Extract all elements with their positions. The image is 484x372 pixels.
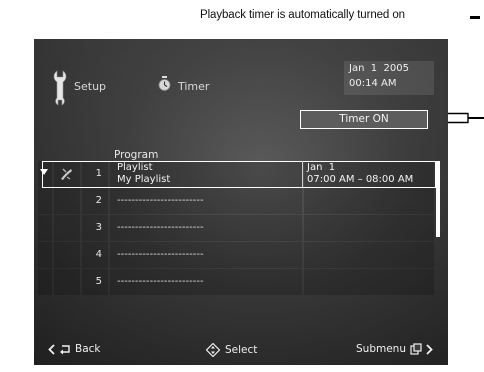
annotation-dash xyxy=(470,16,480,19)
empty-program-placeholder: ------------------------ xyxy=(117,195,204,206)
row-number: 3 xyxy=(95,222,102,233)
schedule-time: 07:00 AM – 08:00 AM xyxy=(307,174,414,185)
chevron-right-icon xyxy=(426,343,433,355)
submenu-label: Submenu xyxy=(356,343,406,355)
tv-screen: Setup Timer Jan 1 2005 00:14 AM Timer ON… xyxy=(34,39,448,365)
setup-label: Setup xyxy=(74,80,107,93)
program-subtitle: My Playlist xyxy=(117,174,171,185)
table-row[interactable]: 4 ------------------------ xyxy=(38,242,438,268)
row-number: 4 xyxy=(95,249,102,260)
select-dial-icon xyxy=(206,343,220,357)
annotation-text: Playback timer is automatically turned o… xyxy=(200,9,405,21)
program-column-header: Program xyxy=(114,149,159,161)
back-button[interactable]: Back xyxy=(48,343,101,355)
scrollbar[interactable] xyxy=(436,161,440,237)
current-date: Jan 1 2005 xyxy=(349,63,409,74)
select-button[interactable]: Select xyxy=(206,343,257,357)
date-time-panel: Jan 1 2005 00:14 AM xyxy=(344,61,434,95)
row-number: 2 xyxy=(95,195,102,206)
submenu-icon xyxy=(410,343,422,355)
table-row[interactable]: 2 ------------------------ xyxy=(38,188,438,214)
timer-label: Timer xyxy=(178,80,210,93)
schedule-date: Jan 1 xyxy=(307,162,336,173)
table-row[interactable]: 3 ------------------------ xyxy=(38,215,438,241)
submenu-button[interactable]: Submenu xyxy=(356,343,433,355)
empty-program-placeholder: ------------------------ xyxy=(117,249,204,260)
back-label: Back xyxy=(75,343,101,355)
return-arrow-icon xyxy=(60,345,70,355)
row-number: 5 xyxy=(95,276,102,287)
chevron-left-icon xyxy=(48,343,55,355)
timer-status-badge: Timer ON xyxy=(300,110,428,129)
timer-icon xyxy=(158,76,171,91)
empty-program-placeholder: ------------------------ xyxy=(117,222,204,233)
table-row[interactable]: 1 Playlist My Playlist Jan 1 07:00 AM – … xyxy=(38,161,438,188)
table-row[interactable]: 5 ------------------------ xyxy=(38,269,438,295)
program-title: Playlist xyxy=(117,162,153,173)
wrench-icon xyxy=(53,70,67,106)
footer-bar: Back Select Submenu xyxy=(34,339,448,361)
current-time: 00:14 AM xyxy=(349,78,397,89)
select-label: Select xyxy=(225,344,258,356)
empty-program-placeholder: ------------------------ xyxy=(117,276,204,287)
row-number: 1 xyxy=(95,168,102,179)
